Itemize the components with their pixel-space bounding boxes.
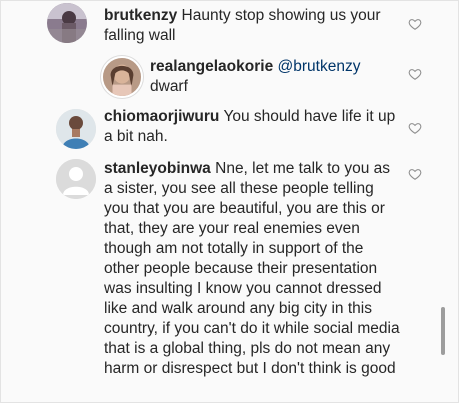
comment-username[interactable]: chiomaorjiwuru <box>104 108 219 125</box>
comment-body: realangelaokorie @brutkenzy dwarf <box>150 57 390 97</box>
avatar[interactable] <box>56 159 96 199</box>
comment-username[interactable]: realangelaokorie <box>150 58 273 75</box>
comment-body: brutkenzy Haunty stop showing us your fa… <box>104 6 404 46</box>
avatar[interactable] <box>56 109 96 149</box>
comment-text: Nne, let me talk to you as a sister, you… <box>104 160 400 377</box>
like-heart-icon[interactable] <box>408 121 422 135</box>
like-heart-icon[interactable] <box>408 17 422 31</box>
comment-item: brutkenzy Haunty stop showing us your fa… <box>1 1 458 53</box>
like-heart-icon[interactable] <box>408 167 422 181</box>
comment-mention[interactable]: @brutkenzy <box>278 58 361 75</box>
comment-body: chiomaorjiwuru You should have life it u… <box>104 107 399 147</box>
comment-reply-item: realangelaokorie @brutkenzy dwarf <box>1 53 458 101</box>
comment-username[interactable]: brutkenzy <box>104 7 177 24</box>
comments-panel: brutkenzy Haunty stop showing us your fa… <box>0 0 459 403</box>
like-heart-icon[interactable] <box>408 67 422 81</box>
comment-item: stanleyobinwa Nne, let me talk to you as… <box>1 155 458 395</box>
default-avatar-icon <box>56 159 96 199</box>
comment-username[interactable]: stanleyobinwa <box>104 160 211 177</box>
avatar-photo-person-icon <box>56 109 96 149</box>
comment-item: chiomaorjiwuru You should have life it u… <box>1 103 458 155</box>
comment-text: dwarf <box>150 78 188 95</box>
comment-body: stanleyobinwa Nne, let me talk to you as… <box>104 159 400 379</box>
avatar-photo-woman-icon <box>103 58 141 96</box>
avatar-photo-person-icon <box>47 3 87 43</box>
scrollbar-thumb[interactable] <box>441 307 445 355</box>
avatar[interactable] <box>101 56 143 98</box>
avatar[interactable] <box>47 3 87 43</box>
